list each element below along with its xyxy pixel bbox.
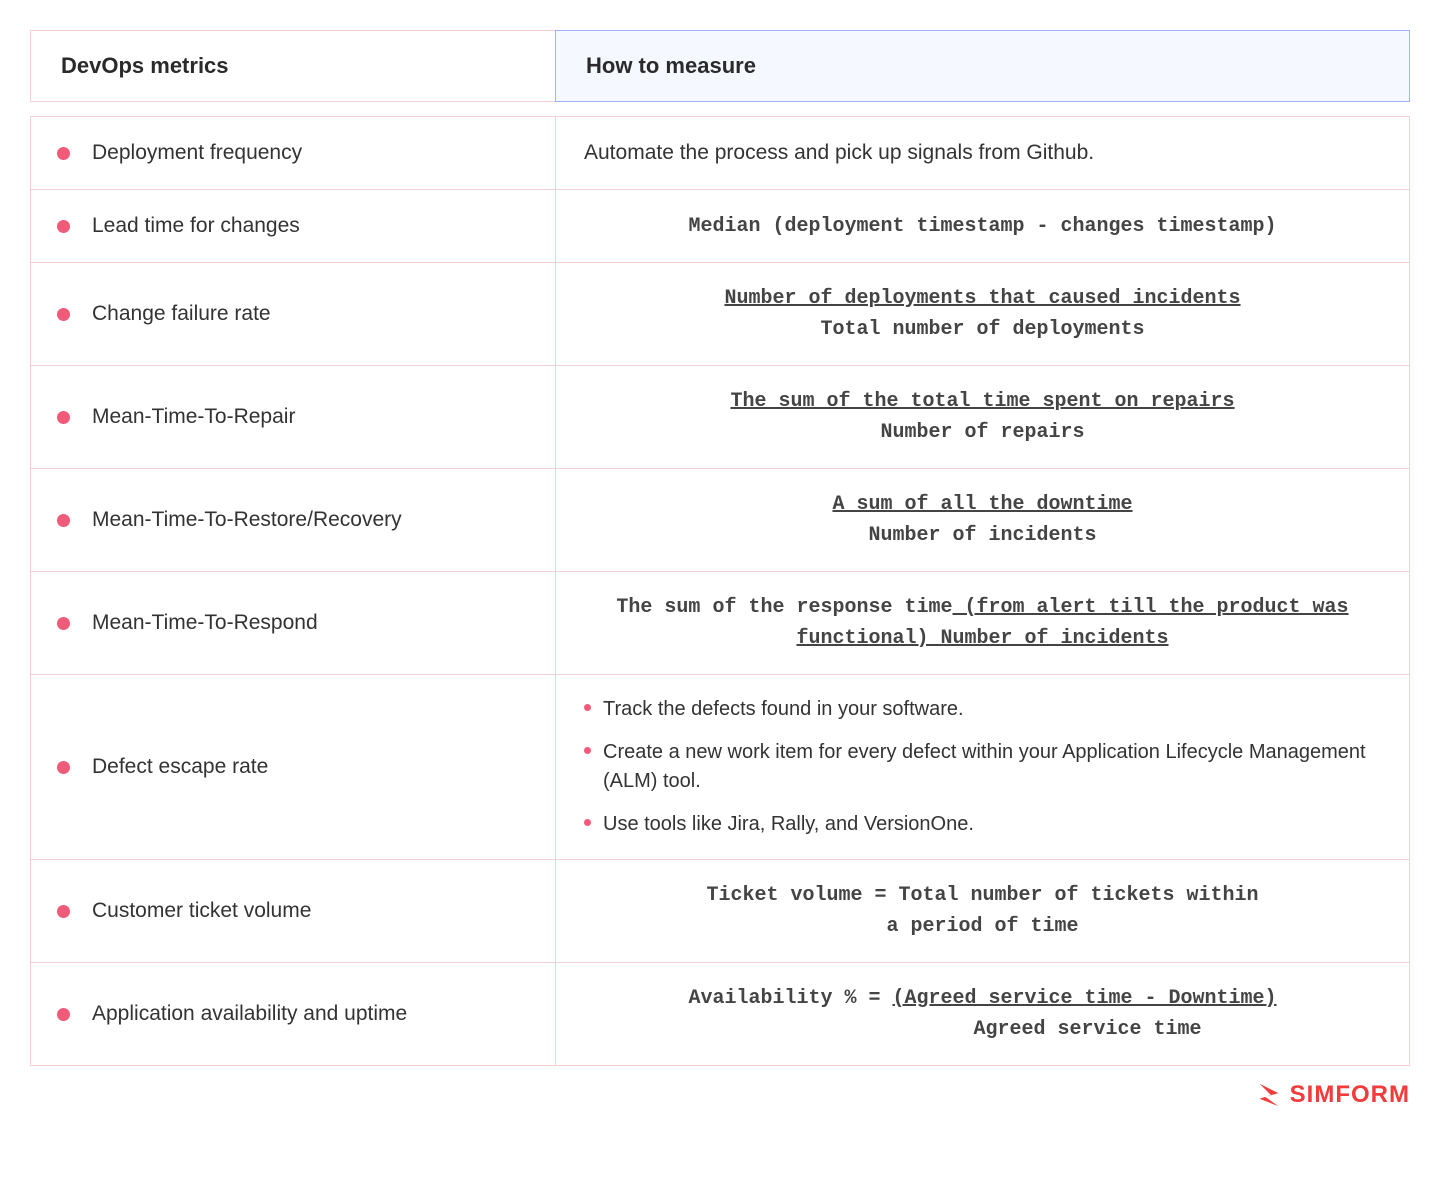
bullet-icon (57, 905, 70, 918)
table-row: Deployment frequency Automate the proces… (30, 116, 1410, 189)
list-item-text: Create a new work item for every defect … (603, 738, 1381, 796)
metric-cell: Application availability and uptime (31, 963, 556, 1065)
metric-label: Lead time for changes (92, 214, 300, 238)
formula-prefix: Availability % = (688, 987, 892, 1010)
table-row: Mean-Time-To-Repair The sum of the total… (30, 365, 1410, 468)
formula-text: The sum of the response time (from alert… (584, 592, 1381, 654)
table-row: Mean-Time-To-Restore/Recovery A sum of a… (30, 468, 1410, 571)
brand-name: SIMFORM (1290, 1081, 1410, 1109)
measure-sub-list: Track the defects found in your software… (584, 695, 1381, 839)
metric-label: Mean-Time-To-Repair (92, 405, 295, 429)
brand-logo-icon (1254, 1080, 1284, 1110)
metric-cell: Mean-Time-To-Respond (31, 572, 556, 674)
formula-text: Ticket volume = Total number of tickets … (584, 880, 1381, 942)
metric-label: Defect escape rate (92, 755, 268, 779)
formula-underlined: (Agreed service time - Downtime) (892, 987, 1276, 1010)
bullet-icon (57, 411, 70, 424)
metric-cell: Deployment frequency (31, 117, 556, 189)
metric-label: Mean-Time-To-Restore/Recovery (92, 508, 402, 532)
formula-numerator: A sum of all the downtime (584, 489, 1381, 520)
bullet-icon (584, 819, 591, 826)
bullet-icon (57, 1008, 70, 1021)
list-item: Use tools like Jira, Rally, and VersionO… (584, 810, 1381, 839)
formula-line: a period of time (584, 911, 1381, 942)
metric-label: Customer ticket volume (92, 899, 311, 923)
list-item-text: Track the defects found in your software… (603, 695, 964, 724)
measure-cell: Median (deployment timestamp - changes t… (556, 190, 1409, 262)
bullet-icon (57, 220, 70, 233)
measure-cell: A sum of all the downtime Number of inci… (556, 469, 1409, 571)
table-row: Defect escape rate Track the defects fou… (30, 674, 1410, 859)
bullet-icon (57, 761, 70, 774)
bullet-icon (57, 308, 70, 321)
table-row: Application availability and uptime Avai… (30, 962, 1410, 1066)
metric-cell: Change failure rate (31, 263, 556, 365)
table-row: Customer ticket volume Ticket volume = T… (30, 859, 1410, 962)
measure-cell: Automate the process and pick up signals… (556, 117, 1409, 189)
formula-text: Median (deployment timestamp - changes t… (584, 211, 1381, 242)
bullet-icon (584, 704, 591, 711)
formula-denominator: Agreed service time (584, 1014, 1381, 1045)
header-how-to-measure: How to measure (555, 30, 1410, 102)
metric-label: Deployment frequency (92, 141, 302, 165)
metric-cell: Mean-Time-To-Repair (31, 366, 556, 468)
measure-cell: Availability % = (Agreed service time - … (556, 963, 1409, 1065)
table-row: Mean-Time-To-Respond The sum of the resp… (30, 571, 1410, 674)
list-item: Create a new work item for every defect … (584, 738, 1381, 796)
bullet-icon (584, 747, 591, 754)
metric-cell: Defect escape rate (31, 675, 556, 859)
footer-brand: SIMFORM (30, 1066, 1410, 1110)
formula-fraction: The sum of the total time spent on repai… (584, 386, 1381, 448)
list-item-text: Use tools like Jira, Rally, and VersionO… (603, 810, 974, 839)
measure-cell: Ticket volume = Total number of tickets … (556, 860, 1409, 962)
formula-fraction: A sum of all the downtime Number of inci… (584, 489, 1381, 551)
table-header-row: DevOps metrics How to measure (30, 30, 1410, 102)
table-body: Deployment frequency Automate the proces… (30, 116, 1410, 1066)
metric-label: Application availability and uptime (92, 1002, 407, 1026)
measure-cell: Number of deployments that caused incide… (556, 263, 1409, 365)
formula-denominator: Number of repairs (584, 417, 1381, 448)
metric-label: Mean-Time-To-Respond (92, 611, 318, 635)
measure-cell: Track the defects found in your software… (556, 675, 1409, 859)
metrics-table: DevOps metrics How to measure Deployment… (30, 30, 1410, 1110)
formula-numerator: The sum of the total time spent on repai… (584, 386, 1381, 417)
measure-text: Automate the process and pick up signals… (584, 141, 1381, 165)
metric-cell: Lead time for changes (31, 190, 556, 262)
list-item: Track the defects found in your software… (584, 695, 1381, 724)
formula-text: Availability % = (Agreed service time - … (584, 983, 1381, 1045)
measure-cell: The sum of the response time (from alert… (556, 572, 1409, 674)
formula-denominator: Number of incidents (584, 520, 1381, 551)
formula-line: Ticket volume = Total number of tickets … (584, 880, 1381, 911)
formula-prefix: The sum of the response time (616, 596, 952, 619)
metric-cell: Customer ticket volume (31, 860, 556, 962)
measure-cell: The sum of the total time spent on repai… (556, 366, 1409, 468)
bullet-icon (57, 617, 70, 630)
bullet-icon (57, 147, 70, 160)
metric-label: Change failure rate (92, 302, 271, 326)
formula-fraction: Number of deployments that caused incide… (584, 283, 1381, 345)
metric-cell: Mean-Time-To-Restore/Recovery (31, 469, 556, 571)
formula-numerator: Number of deployments that caused incide… (584, 283, 1381, 314)
table-row: Change failure rate Number of deployment… (30, 262, 1410, 365)
table-row: Lead time for changes Median (deployment… (30, 189, 1410, 262)
header-devops-metrics: DevOps metrics (30, 30, 555, 102)
bullet-icon (57, 514, 70, 527)
formula-denominator: Total number of deployments (584, 314, 1381, 345)
